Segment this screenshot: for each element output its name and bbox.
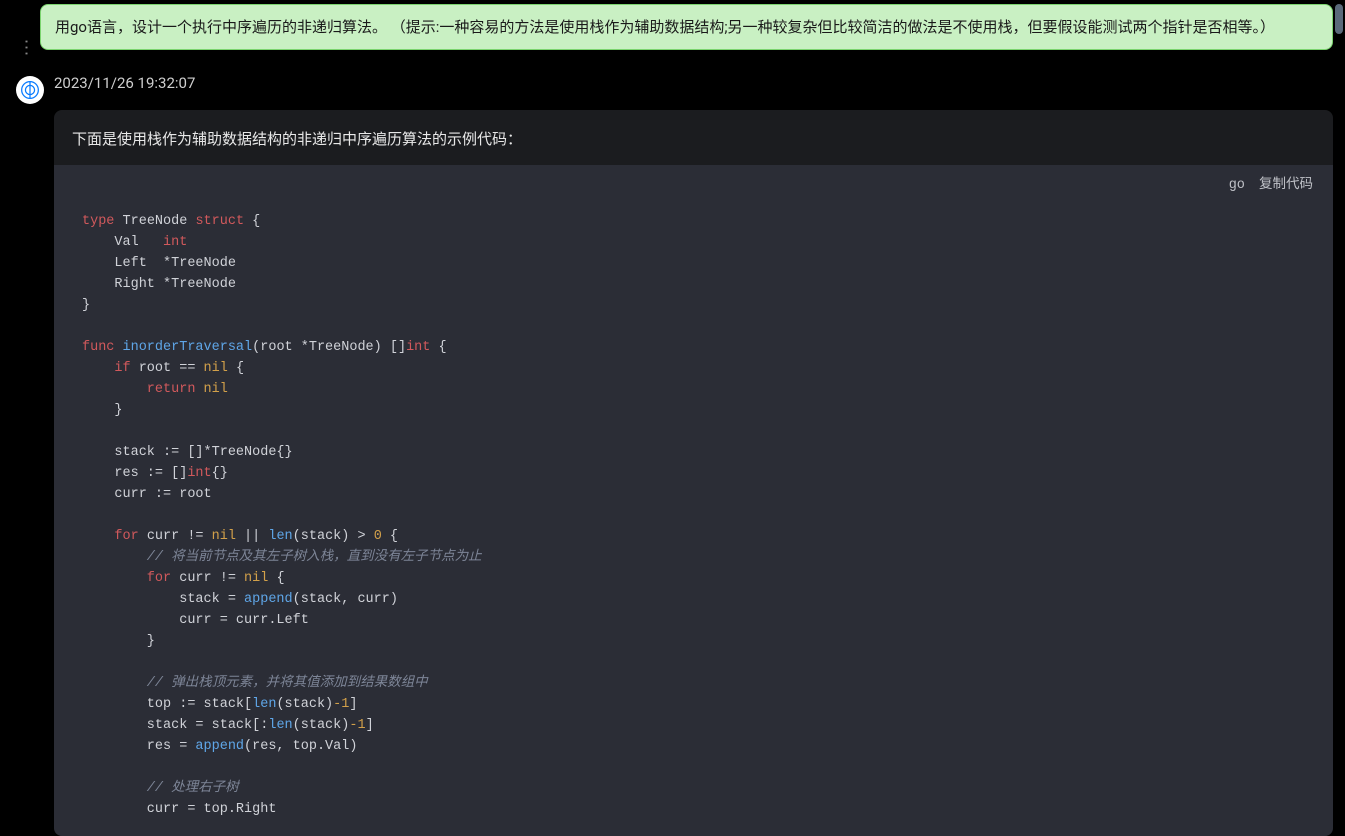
chat-container: ⋯ 用go语言，设计一个执行中序遍历的非递归算法。 （提示:一种容易的方法是使用… bbox=[0, 0, 1345, 836]
code-header: go 复制代码 bbox=[1223, 175, 1313, 196]
assistant-icon bbox=[20, 80, 40, 100]
more-icon[interactable]: ⋯ bbox=[16, 39, 37, 55]
answer-card: 下面是使用栈作为辅助数据结构的非递归中序遍历算法的示例代码： go 复制代码 t… bbox=[54, 110, 1333, 836]
vertical-scrollbar[interactable] bbox=[1335, 4, 1343, 34]
user-message-text: 用go语言，设计一个执行中序遍历的非递归算法。 （提示:一种容易的方法是使用栈作… bbox=[55, 18, 1275, 36]
code-lang-label: go bbox=[1229, 178, 1245, 193]
code-content[interactable]: type TreeNode struct { Val int Left *Tre… bbox=[82, 211, 1305, 820]
avatar bbox=[16, 76, 44, 104]
intro-text: 下面是使用栈作为辅助数据结构的非递归中序遍历算法的示例代码： bbox=[54, 128, 1333, 165]
code-block: go 复制代码 type TreeNode struct { Val int L… bbox=[54, 165, 1333, 836]
assistant-content: 2023/11/26 19:32:07 下面是使用栈作为辅助数据结构的非递归中序… bbox=[54, 74, 1333, 836]
message-timestamp: 2023/11/26 19:32:07 bbox=[54, 74, 1333, 92]
copy-code-button[interactable]: 复制代码 bbox=[1259, 178, 1313, 193]
assistant-row: 2023/11/26 19:32:07 下面是使用栈作为辅助数据结构的非递归中序… bbox=[16, 74, 1345, 836]
user-message-bubble: 用go语言，设计一个执行中序遍历的非递归算法。 （提示:一种容易的方法是使用栈作… bbox=[40, 4, 1333, 50]
